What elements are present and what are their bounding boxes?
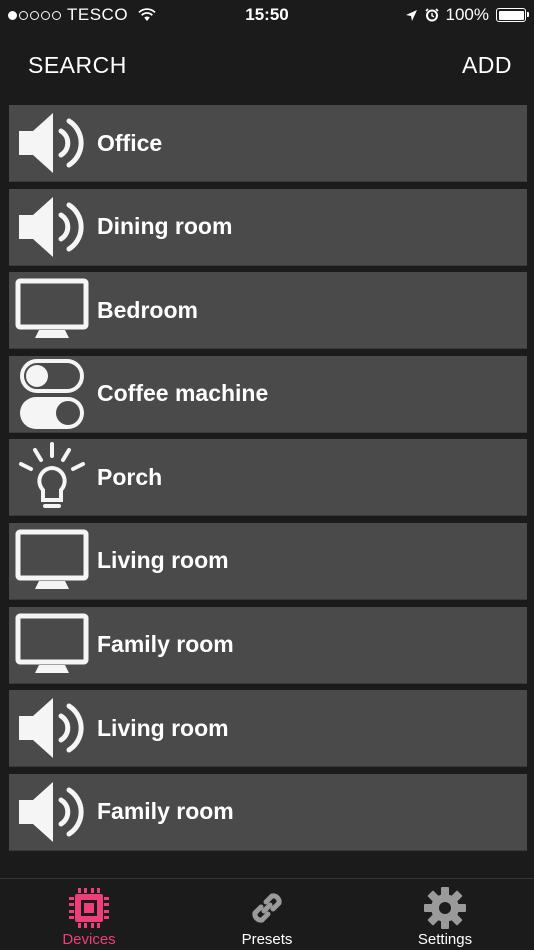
- device-label: Office: [97, 129, 163, 156]
- device-row[interactable]: Office: [9, 105, 527, 182]
- battery-percent: 100%: [445, 5, 489, 24]
- tv-icon: [13, 523, 91, 599]
- device-row[interactable]: Living room: [9, 522, 527, 600]
- link-icon: [244, 885, 290, 931]
- battery-icon: [496, 8, 529, 22]
- device-label: Bedroom: [97, 296, 198, 323]
- location-arrow-icon: [405, 9, 417, 21]
- device-list-screen: TESCO 15:50 100% SEARCH ADD Office Dinin…: [0, 0, 534, 950]
- device-label: Dining room: [97, 213, 233, 240]
- tab-devices-label: Devices: [62, 931, 116, 948]
- device-row[interactable]: Family room: [9, 773, 527, 851]
- device-row[interactable]: Family room: [9, 606, 527, 684]
- chip-icon: [66, 885, 112, 931]
- device-label: Family room: [97, 631, 234, 658]
- device-label: Coffee machine: [97, 380, 269, 407]
- switch-icon: [13, 356, 91, 432]
- speaker-icon: [13, 690, 91, 766]
- device-row[interactable]: Living room: [9, 690, 527, 768]
- speaker-icon: [13, 105, 91, 181]
- device-row[interactable]: Bedroom: [9, 272, 527, 350]
- gear-icon: [422, 885, 468, 931]
- device-row[interactable]: Coffee machine: [9, 355, 527, 433]
- tab-devices[interactable]: Devices: [0, 879, 178, 950]
- nav-bar: SEARCH ADD: [0, 32, 534, 98]
- device-label: Living room: [97, 714, 229, 741]
- tab-settings-label: Settings: [417, 931, 473, 948]
- speaker-icon: [13, 189, 91, 265]
- lightbulb-icon: [13, 439, 91, 515]
- add-button[interactable]: ADD: [462, 52, 512, 79]
- search-button[interactable]: SEARCH: [28, 52, 127, 79]
- tab-presets-label: Presets: [241, 931, 293, 948]
- device-list: Office Dining room Bedroom Coffee machine Po…: [9, 105, 527, 857]
- tv-icon: [13, 272, 91, 348]
- device-label: Living room: [97, 547, 229, 574]
- device-label: Porch: [97, 463, 163, 490]
- device-label: Family room: [97, 798, 234, 825]
- speaker-icon: [13, 774, 91, 850]
- status-right: 100%: [405, 5, 529, 25]
- tv-icon: [13, 607, 91, 683]
- device-row[interactable]: Dining room: [9, 188, 527, 266]
- tab-settings[interactable]: Settings: [356, 879, 534, 950]
- alarm-clock-icon: [424, 8, 439, 22]
- device-row[interactable]: Porch: [9, 439, 527, 517]
- tab-bar: Devices Presets Settings: [0, 878, 534, 950]
- tab-presets[interactable]: Presets: [178, 879, 356, 950]
- status-bar: TESCO 15:50 100%: [0, 0, 534, 32]
